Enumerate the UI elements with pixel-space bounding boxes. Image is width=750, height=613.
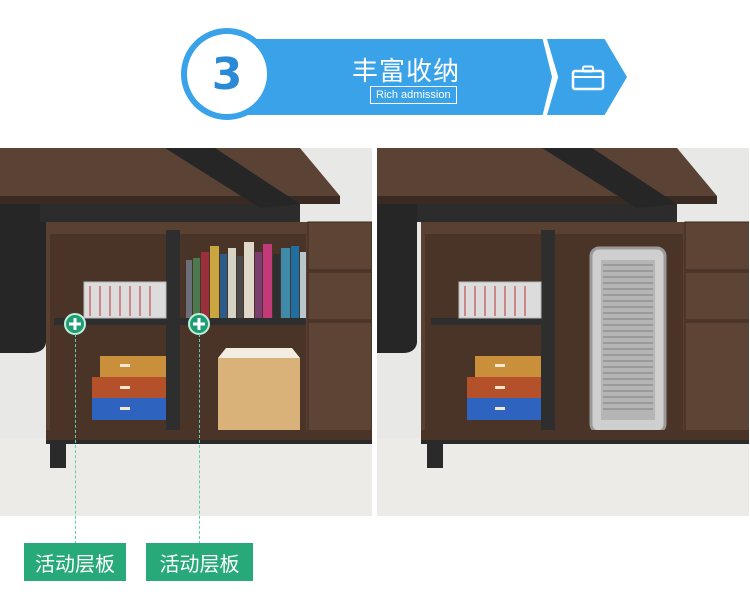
step-number-badge: 3: [181, 28, 273, 120]
section-title: 丰富收纳: [352, 57, 461, 87]
movable-shelf-label-left: 活动层板: [24, 543, 126, 581]
arrow-tab: [547, 39, 627, 115]
section-header: 3 丰富收纳 Rich admission: [0, 0, 750, 140]
briefcase-icon: [571, 65, 605, 95]
guide-line-right: [199, 334, 200, 544]
plus-marker-icon: [188, 313, 210, 335]
step-number: 3: [211, 48, 243, 100]
plus-marker-icon: [64, 313, 86, 335]
cabinet-photo-left: [0, 148, 372, 516]
cabinet-photo-right: [377, 148, 749, 516]
title-ribbon: 丰富收纳 Rich admission: [240, 39, 552, 115]
guide-line-left: [75, 334, 76, 544]
movable-shelf-label-right: 活动层板: [146, 543, 253, 581]
section-subtitle: Rich admission: [370, 86, 457, 104]
